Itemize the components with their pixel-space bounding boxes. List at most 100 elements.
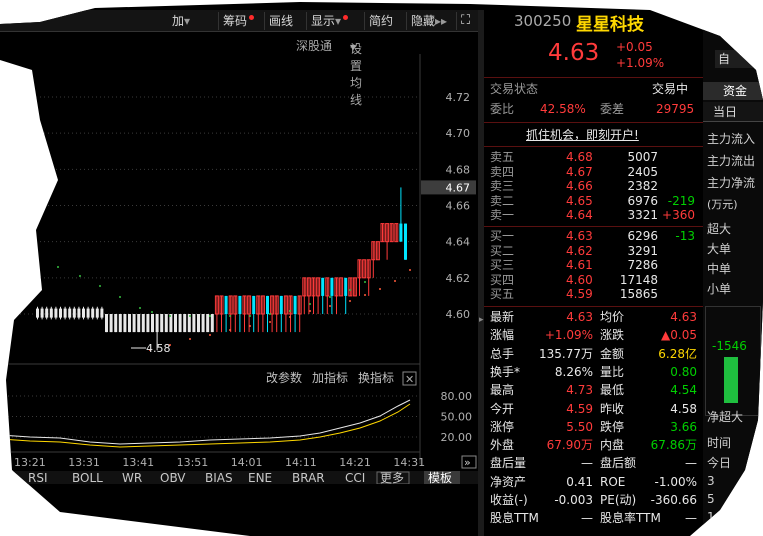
promo-link[interactable]: 抓住机会，即刻开户!: [526, 126, 639, 143]
net-xl-label: 净超大: [707, 410, 744, 424]
hide-button[interactable]: 隐藏▸▸: [406, 12, 451, 30]
buy-row[interactable]: 买一 4.63 6296 -13: [484, 229, 703, 244]
tab-funds[interactable]: 资金: [703, 82, 763, 100]
indicator-tab: WR: [122, 471, 142, 484]
price-change-pct: +1.09%: [616, 56, 665, 70]
stats-row: 盘后量 — 盘后额 —: [484, 456, 703, 471]
intraday-chart[interactable]: 4.724.704.684.674.664.644.624.604.674.58…: [0, 54, 478, 485]
net-flow-bar: [724, 357, 738, 403]
ma-green-point: [189, 315, 191, 317]
buy-row[interactable]: 买四 4.60 17148: [484, 273, 703, 288]
indicator-tab: CCI: [345, 471, 365, 484]
stats-row: 最新 4.63 均价 4.63: [484, 310, 703, 325]
time-tick-label: 13:51: [177, 456, 209, 469]
stats-row: 净资产 0.41 ROE -1.00%: [484, 475, 703, 490]
candle-body: [63, 308, 67, 318]
buy-volume: 15865: [619, 287, 658, 301]
quote-panel: 300250 星星科技 4.63 +0.05 +1.09% 交易状态 交易中 委…: [484, 10, 703, 536]
stats-row: 股息TTM — 股息率TTM —: [484, 511, 703, 526]
stat-value: 8.26%: [554, 364, 593, 379]
buy-label: 买一: [490, 229, 515, 243]
simple-button[interactable]: 简约: [364, 12, 397, 30]
buy-volume: 7286: [627, 258, 658, 272]
ma-red-point: [269, 321, 271, 323]
price-tick-label: 4.64: [446, 236, 471, 249]
buy-volume: 3291: [627, 243, 658, 258]
size-xl-label: 超大: [707, 222, 732, 236]
ma-green-point: [269, 313, 271, 315]
candle-body: [160, 314, 164, 333]
sell-change: +360: [662, 208, 695, 222]
sell-row[interactable]: 卖五 4.68 5007: [484, 150, 703, 165]
sell-volume: 3321: [627, 208, 658, 222]
buy-row[interactable]: 买五 4.59 15865: [484, 287, 703, 302]
shenzhen-connect-link[interactable]: 深股通: [296, 37, 332, 54]
stat-value: —: [581, 511, 593, 526]
indicator-tab: ENE: [248, 471, 272, 484]
candle-body: [45, 308, 49, 318]
stats-row: 换手* 8.26% 量比 0.80: [484, 365, 703, 380]
ma-green-point: [151, 311, 153, 313]
candle-body: [40, 308, 44, 318]
self-select-button[interactable]: 自: [715, 50, 761, 68]
ma-green-point: [249, 315, 251, 317]
price-tick-label: 4.62: [446, 272, 471, 285]
stats-row: 涨停 5.50 跌停 3.66: [484, 420, 703, 435]
stat-label: PE(动): [600, 493, 637, 507]
candle-body: [404, 223, 407, 260]
sell-row[interactable]: 卖一 4.64 3321 +360: [484, 208, 703, 223]
stat-label: 股息TTM: [490, 511, 539, 526]
time-tick-label: 13:21: [14, 456, 46, 469]
candle-body: [252, 295, 256, 314]
time-label: 时间: [707, 436, 732, 450]
candle-body: [95, 308, 99, 318]
stat-value: 135.77万: [539, 346, 593, 361]
drawline-button[interactable]: 画线: [264, 12, 297, 30]
candle-body: [49, 308, 53, 318]
buy-label: 买五: [490, 287, 515, 301]
ma-green-point: [309, 303, 311, 305]
buy-row[interactable]: 买三 4.61 7286: [484, 258, 703, 273]
candle-body: [178, 314, 182, 333]
buy-row[interactable]: 买二 4.62 3291: [484, 244, 703, 259]
stock-name: 星星科技: [576, 15, 644, 35]
rsi-tick-label: 20.00: [441, 431, 473, 444]
stat-value: -360.66: [650, 493, 697, 507]
sell-row[interactable]: 卖四 4.67 2405: [484, 165, 703, 180]
chips-button[interactable]: 筹码: [218, 12, 258, 30]
stat-label: 量比: [600, 364, 625, 379]
low-marker-label: 4.58: [146, 342, 171, 355]
stock-code: 300250: [514, 12, 572, 30]
add-button[interactable]: 加▾: [168, 12, 194, 30]
candle-body: [105, 314, 108, 333]
price-tick-label: 4.68: [446, 163, 471, 176]
candle-body: [155, 314, 159, 333]
ma-green-point: [349, 289, 351, 291]
stat-value: 67.90万: [546, 438, 593, 453]
ma-red-point: [379, 288, 381, 290]
stat-label: 内盘: [600, 438, 625, 453]
indicator-tab: BRAR: [292, 471, 325, 484]
ma-red-point: [289, 316, 291, 318]
stat-label: 外盘: [490, 438, 515, 453]
candle-body: [266, 295, 269, 314]
stat-label: 涨停: [490, 419, 515, 434]
sell-label: 卖二: [490, 193, 515, 208]
stats-row: 最高 4.73 最低 4.54: [484, 383, 703, 398]
display-button[interactable]: 显示▾: [306, 12, 352, 30]
sell-row[interactable]: 卖三 4.66 2382: [484, 179, 703, 194]
tab-today[interactable]: 当日: [703, 102, 763, 122]
chart-toolbar: 加▾ 筹码 画线 显示▾ 简约 隐藏▸▸ ⛶: [0, 10, 478, 32]
net-flow-value: -1546: [712, 339, 747, 353]
stat-label: 盘后额: [600, 456, 637, 471]
sell-row[interactable]: 卖二 4.65 6976 -219: [484, 194, 703, 209]
stat-value: 4.63: [670, 310, 697, 324]
indicator-tab: RSI: [28, 471, 48, 484]
expand-icon[interactable]: ⛶: [456, 12, 474, 30]
ma-green-point: [169, 315, 171, 317]
main-inflow-label: 主力流入: [707, 132, 756, 146]
ma-green-point: [364, 281, 366, 283]
notification-dot: [343, 15, 349, 20]
ma-green-point: [99, 285, 101, 287]
candle-body: [54, 308, 58, 318]
